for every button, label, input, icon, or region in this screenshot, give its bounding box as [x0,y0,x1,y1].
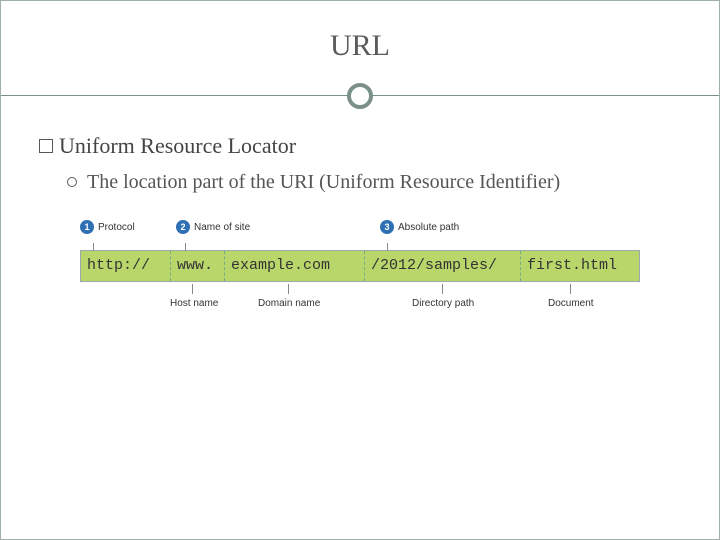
rule-circle-icon [347,83,373,109]
badge-2: 2 [176,220,190,234]
slide-title: URL [35,29,685,63]
seg-dir: /2012/samples/ [365,251,521,281]
top-label-protocol-text: Protocol [98,222,135,233]
url-diagram: 1 Protocol 2 Name of site 3 Absolute pat… [80,220,640,326]
sub-row: The location part of the URI (Uniform Re… [39,169,681,196]
seg-doc: first.html [521,251,639,281]
bottom-labels-row: Host name Domain name Directory path Doc… [80,284,640,326]
bot-label-host: Host name [170,298,218,309]
top-label-path-text: Absolute path [398,222,459,233]
slide-frame: URL Uniform Resource Locator The locatio… [0,0,720,540]
heading-text: Uniform Resource Locator [59,133,296,159]
top-label-path: 3 Absolute path [380,220,459,234]
top-labels-row: 1 Protocol 2 Name of site 3 Absolute pat… [80,220,640,250]
seg-domain: example.com [225,251,365,281]
badge-3: 3 [380,220,394,234]
seg-protocol: http:// [81,251,171,281]
bot-label-doc: Document [548,298,594,309]
badge-1: 1 [80,220,94,234]
sub-text: The location part of the URI (Uniform Re… [87,169,560,196]
top-label-site: 2 Name of site [176,220,250,234]
seg-domain-text: example.com [231,257,330,274]
top-label-site-text: Name of site [194,222,250,233]
tick-dir [442,284,443,294]
top-label-protocol: 1 Protocol [80,220,135,234]
url-box: http:// www. example.com /2012/samples/ … [80,250,640,282]
seg-doc-text: first.html [527,257,617,274]
seg-host: www. [171,251,225,281]
title-rule [35,81,685,111]
circle-bullet-icon [67,177,77,187]
content-area: Uniform Resource Locator The location pa… [35,133,685,326]
seg-protocol-text: http:// [87,257,150,274]
tick-doc [570,284,571,294]
seg-dir-text: /2012/samples/ [371,257,497,274]
tick-path [387,243,388,251]
bot-label-domain: Domain name [258,298,320,309]
tick-host [192,284,193,294]
tick-domain [288,284,289,294]
heading-row: Uniform Resource Locator [39,133,681,159]
bot-label-dir: Directory path [412,298,474,309]
square-bullet-icon [39,139,53,153]
tick-protocol [93,243,94,251]
seg-host-text: www. [177,257,213,274]
tick-site [185,243,186,251]
